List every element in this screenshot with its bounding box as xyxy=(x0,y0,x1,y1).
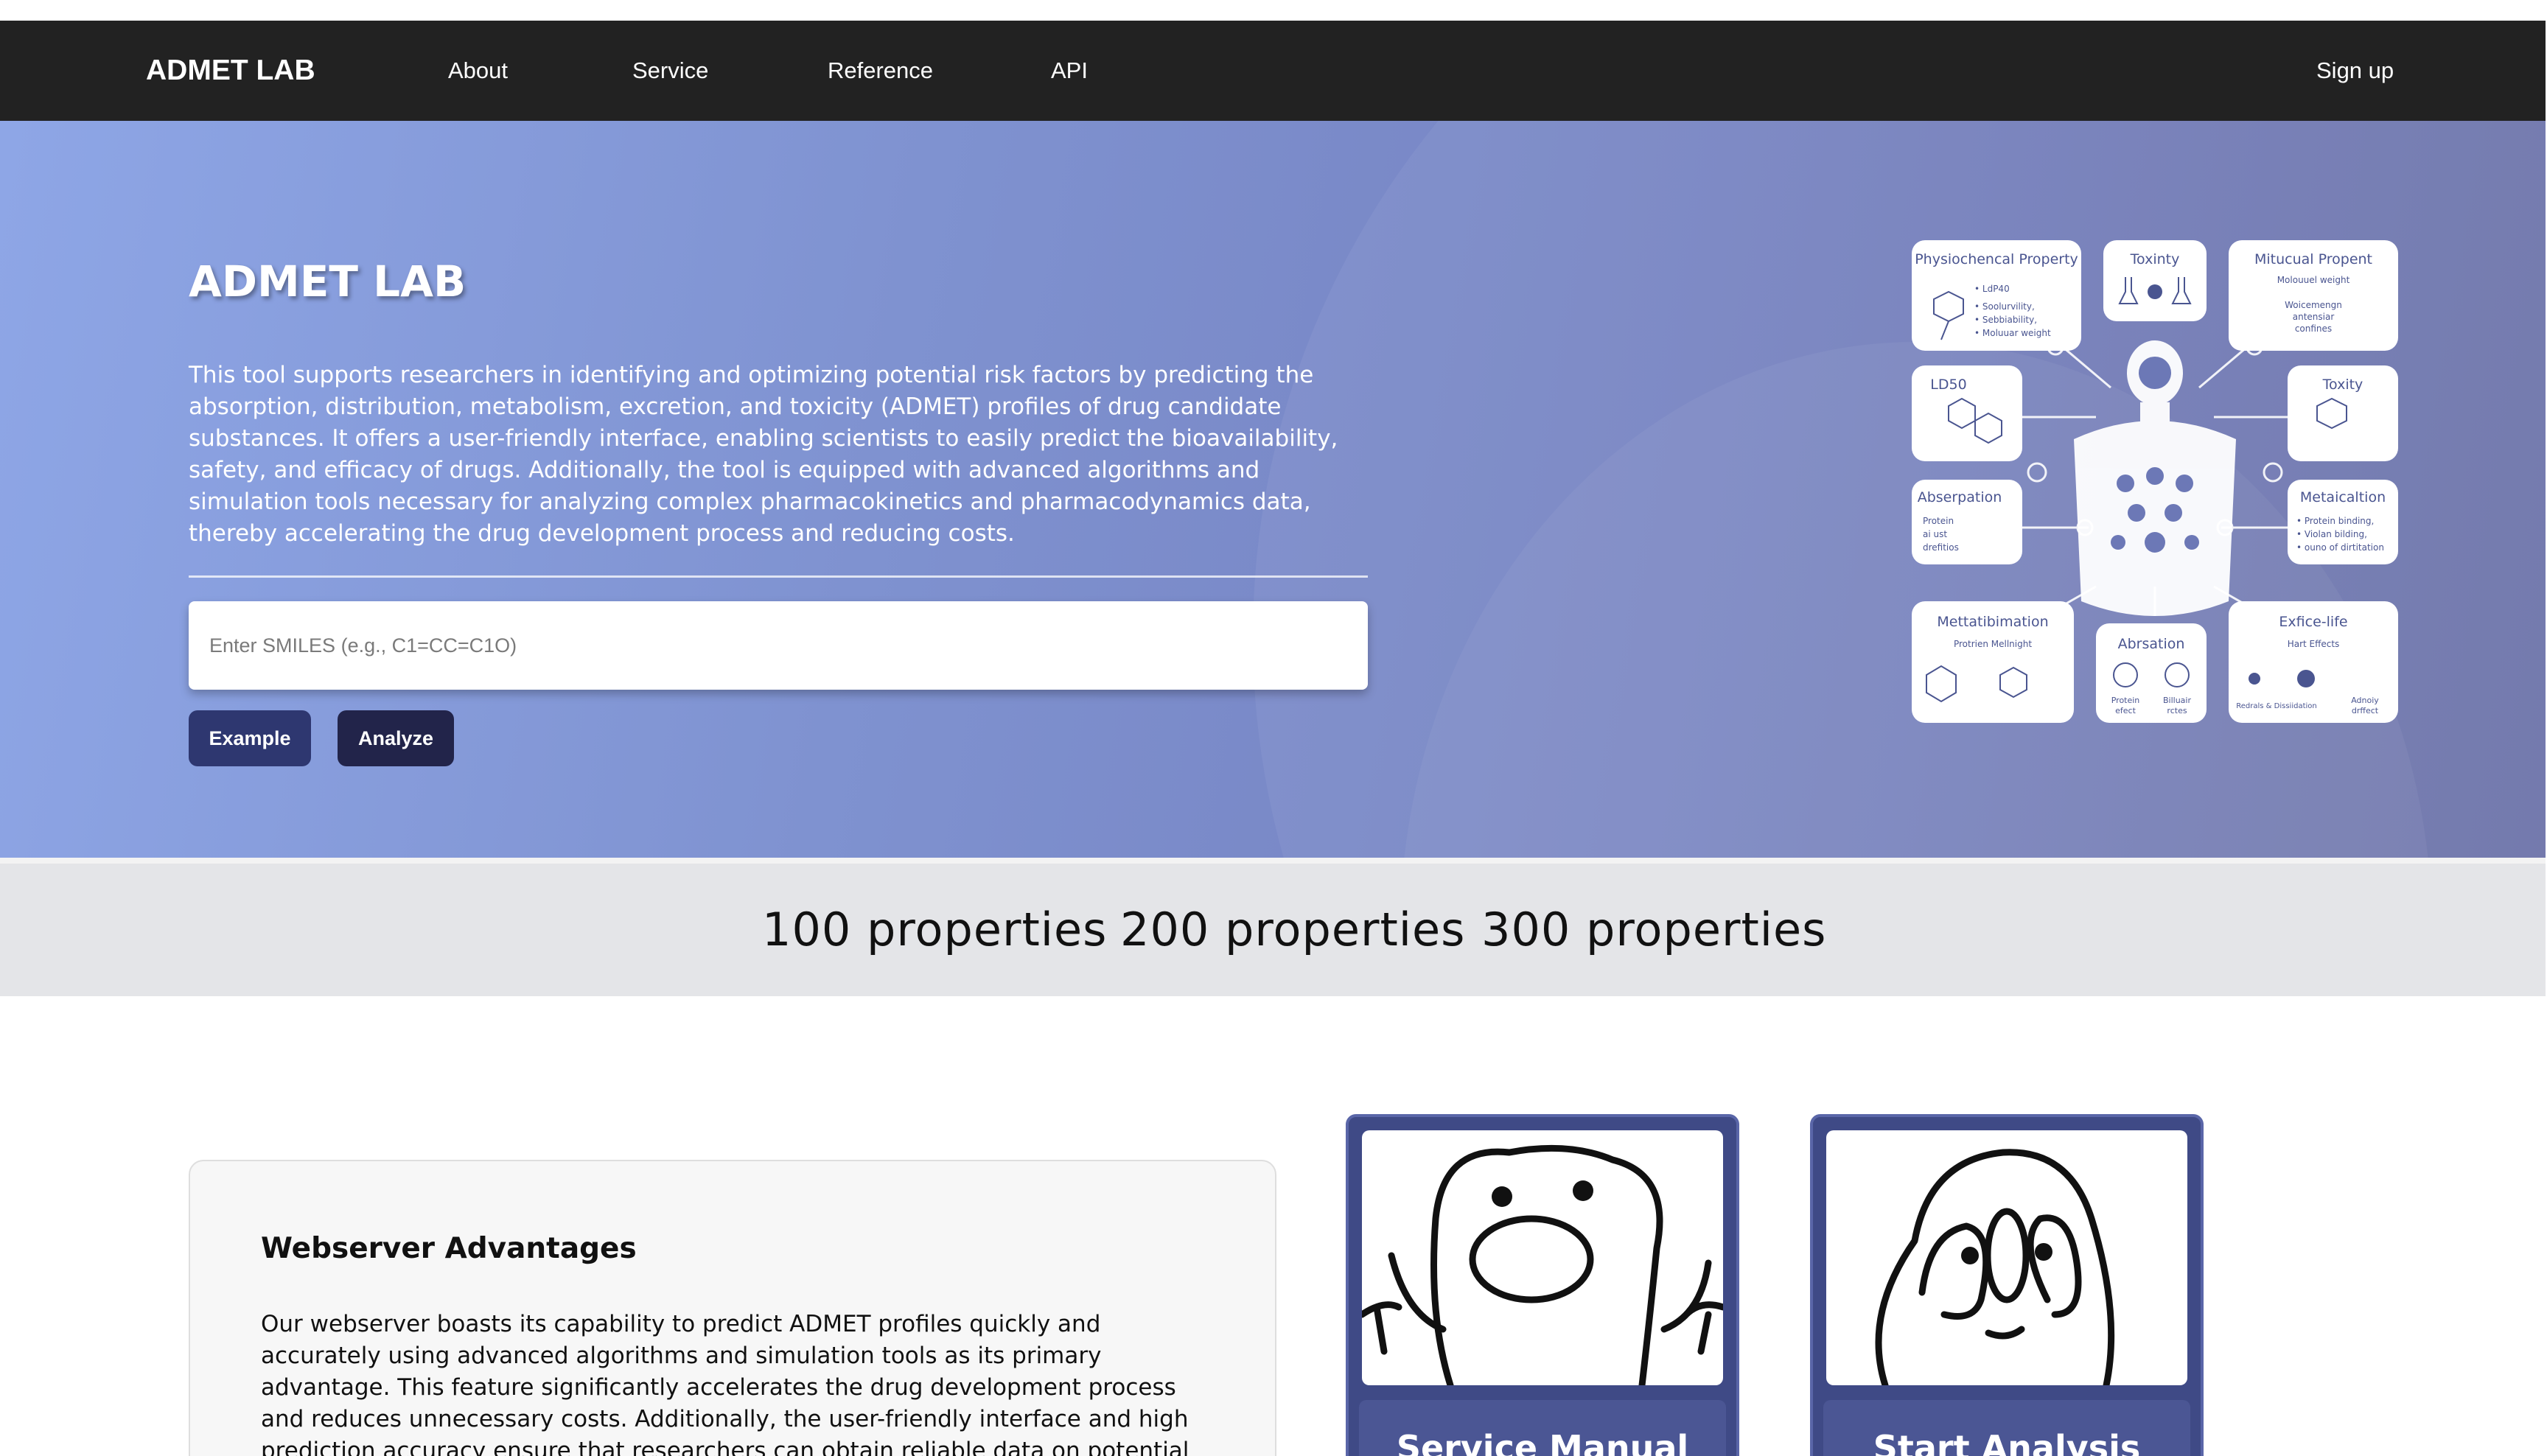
analyze-button[interactable]: Analyze xyxy=(338,710,454,766)
panel-mitucual: Mitucual Propent xyxy=(2254,251,2372,267)
cartoon-worried-image xyxy=(1826,1130,2187,1385)
panel-exfice-line: Adnoiy xyxy=(2351,696,2379,705)
panel-metaicaltion-line: • ouno of dirtitation xyxy=(2296,542,2384,553)
advantages-body: Our webserver boasts its capability to p… xyxy=(261,1311,1189,1456)
panel-absration: Abrsation xyxy=(2118,636,2185,652)
example-button[interactable]: Example xyxy=(189,710,311,766)
panel-exfice-line: drffect xyxy=(2352,706,2379,715)
nav-link-api[interactable]: API xyxy=(1051,21,1088,121)
panel-exfice: Exfice-life xyxy=(2279,614,2347,630)
top-strip xyxy=(0,0,2547,21)
brand-logo[interactable]: ADMET LAB xyxy=(146,21,315,121)
advantages-card: Webserver Advantages Our webserver boast… xyxy=(189,1160,1276,1456)
stats-band: 100 properties 200 properties 300 proper… xyxy=(0,858,2547,996)
cartoon-surprised-image xyxy=(1362,1130,1723,1385)
nav-link-about[interactable]: About xyxy=(448,21,508,121)
start-analysis-card[interactable]: Start Analysis xyxy=(1810,1114,2204,1456)
nav-link-service[interactable]: Service xyxy=(632,21,708,121)
panel-mitucual-line: Molouuel weight xyxy=(2277,275,2350,285)
panel-absration-line: rctes xyxy=(2167,706,2187,715)
stat-200-properties: 200 properties xyxy=(1120,903,1466,956)
start-analysis-label[interactable]: Start Analysis xyxy=(1823,1400,2190,1456)
panel-mettatibimation: Mettatibimation xyxy=(1937,614,2048,630)
hero-divider xyxy=(189,575,1368,578)
panel-abserpation: Abserpation xyxy=(1918,489,2002,505)
panel-physiochemical-line: • Soolurvility, xyxy=(1974,301,2035,312)
nav-link-reference[interactable]: Reference xyxy=(828,21,933,121)
panel-physiochemical-line: • LdP40 xyxy=(1974,284,2010,294)
panel-abserpation-line: ai ust xyxy=(1923,529,1947,539)
panel-metaicaltion-line: • Protein binding, xyxy=(2296,516,2374,526)
panel-mettatibimation-sub: Protrien Mellnight xyxy=(1954,639,2032,649)
service-manual-card[interactable]: Service Manual xyxy=(1346,1114,1739,1456)
hero-description: This tool supports researchers in identi… xyxy=(189,362,1338,547)
stat-300-properties: 300 properties xyxy=(1481,903,1827,956)
panel-metaicaltion: Metaicaltion xyxy=(2300,489,2386,505)
panel-mitucual-line: confines xyxy=(2295,323,2332,334)
cartoon-worried-icon xyxy=(1875,1149,2115,1385)
signup-link[interactable]: Sign up xyxy=(2316,21,2394,121)
hero-title: ADMET LAB xyxy=(189,256,467,307)
admet-infographic: Physiochencal Property • LdP40 • Soolurv… xyxy=(1912,240,2398,723)
panel-mitucual-line: antensiar xyxy=(2293,312,2335,322)
panel-toxity: Toxity xyxy=(2322,377,2363,393)
panel-physiochemical-line: • Moluuar weight xyxy=(1974,328,2051,338)
panel-absration-line: efect xyxy=(2115,706,2136,715)
navbar: ADMET LAB About Service Reference API Si… xyxy=(0,21,2547,121)
panel-ld50: LD50 xyxy=(1930,377,1966,393)
stat-100-properties: 100 properties xyxy=(762,903,1108,956)
panel-metaicaltion-line: • Violan bilding, xyxy=(2296,529,2367,539)
panel-exfice-line: Redrals & Dissiidation xyxy=(2236,702,2316,710)
panel-mitucual-line: Woicemengn xyxy=(2285,300,2342,310)
panel-physiochemical-line: • Sebbiability, xyxy=(1974,315,2037,325)
panel-toxinty: Toxinty xyxy=(2130,251,2180,267)
panel-abserpation-line: Protein xyxy=(1923,516,1954,526)
panel-absration-line: Billuair xyxy=(2163,696,2191,705)
panel-physiochemical: Physiochencal Property xyxy=(1915,251,2078,267)
panel-absration-line: Protein xyxy=(2111,696,2140,705)
smiles-input[interactable] xyxy=(189,601,1368,690)
cartoon-surprised-icon xyxy=(1362,1144,1723,1385)
service-manual-label[interactable]: Service Manual xyxy=(1359,1400,1726,1456)
hero-section: ADMET LAB This tool supports researchers… xyxy=(0,121,2547,858)
panel-abserpation-line: drefitios xyxy=(1923,542,1959,553)
advantages-title: Webserver Advantages xyxy=(261,1232,637,1265)
panel-exfice-sub: Hart Effects xyxy=(2288,639,2340,649)
